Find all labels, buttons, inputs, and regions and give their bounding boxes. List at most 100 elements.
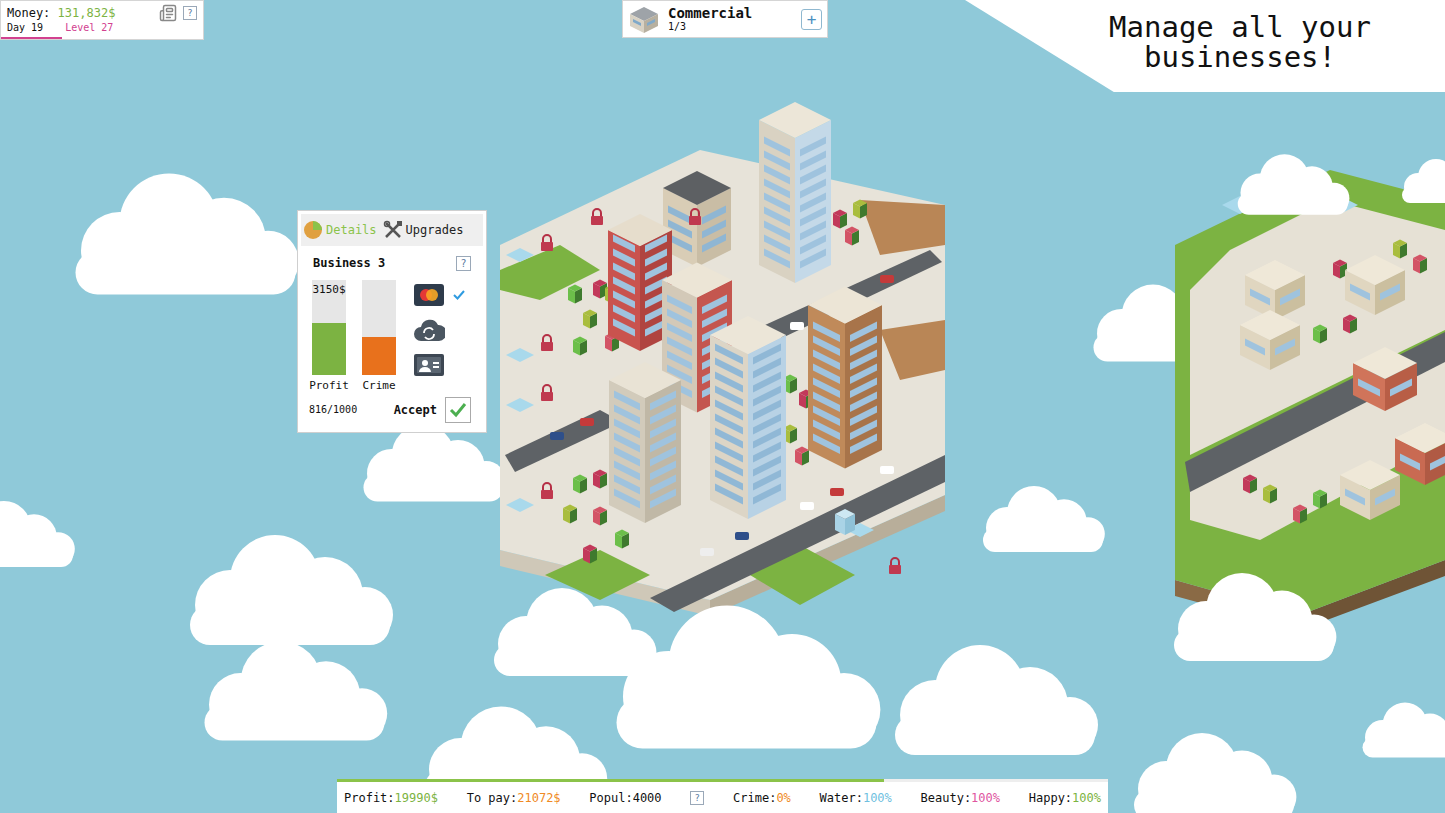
game-world[interactable] <box>0 0 1445 813</box>
tree <box>1413 255 1427 274</box>
day-progress <box>337 779 1108 782</box>
lock-icon[interactable] <box>541 385 553 401</box>
house <box>1345 255 1405 315</box>
house <box>1395 423 1445 485</box>
business-panel: Details Upgrades Business 3? 3150$ProfitCri… <box>297 210 487 433</box>
tree <box>573 337 587 356</box>
cloud <box>205 642 388 741</box>
status-bar: Profit:19990$ To pay:21072$ Popul:4000? Cri… <box>337 779 1108 813</box>
pool-tile <box>506 248 534 262</box>
business-title: Business 3 <box>313 254 385 272</box>
stat: Happy:100% <box>1029 789 1101 807</box>
car <box>880 275 894 283</box>
accept-button[interactable] <box>445 397 471 423</box>
cloud <box>617 606 881 749</box>
add-button[interactable]: + <box>801 9 822 30</box>
glass-tower <box>710 316 786 519</box>
stat: Profit:19990$ <box>344 789 438 807</box>
panel-tab[interactable]: Upgrades <box>383 220 464 240</box>
capacity: 816/1000 <box>309 402 357 417</box>
lock-icon[interactable] <box>689 209 701 225</box>
tree <box>615 530 629 549</box>
house <box>1353 347 1417 411</box>
lock-icon[interactable] <box>591 209 603 225</box>
cloud-sync-icon <box>413 317 445 343</box>
car <box>800 502 814 510</box>
stat: To pay:21072$ <box>467 789 561 807</box>
house <box>1240 310 1300 370</box>
zone-selector: Commercial1/3+ <box>622 0 828 38</box>
tree <box>573 475 587 494</box>
tick-icon <box>453 290 465 300</box>
meter: Crime <box>357 280 401 395</box>
tree <box>833 210 847 229</box>
road <box>650 455 945 612</box>
lock-icon[interactable] <box>541 483 553 499</box>
cloud <box>1363 703 1445 758</box>
pool-tile <box>506 498 534 512</box>
building-icon <box>628 4 660 34</box>
card-icon <box>414 284 444 306</box>
neighbour-island[interactable] <box>1175 170 1445 630</box>
tree <box>593 507 607 526</box>
id-card-icon <box>414 354 444 376</box>
meter: 3150$Profit <box>307 280 351 395</box>
tree <box>593 470 607 489</box>
brown-building <box>808 287 882 469</box>
tree <box>1293 505 1307 524</box>
cloud <box>494 588 656 676</box>
tree <box>568 285 582 304</box>
tools-icon <box>383 220 403 240</box>
cloud <box>364 425 506 502</box>
stat: Crime:0% <box>733 789 791 807</box>
option-row[interactable] <box>413 317 465 343</box>
tree <box>1333 260 1347 279</box>
meter-fill <box>362 337 396 375</box>
help-button[interactable]: ? <box>456 256 471 271</box>
car <box>700 548 714 556</box>
panel-tab[interactable]: Details <box>303 220 377 240</box>
tree <box>1393 240 1407 259</box>
tree <box>1313 490 1327 509</box>
panel-tabs: Details Upgrades <box>301 214 483 246</box>
car <box>550 432 564 440</box>
house <box>1245 260 1305 320</box>
newspaper-icon[interactable] <box>159 4 177 22</box>
cloud <box>1174 573 1336 661</box>
cloud <box>983 486 1105 552</box>
city-island[interactable] <box>500 102 945 616</box>
cloud <box>0 501 75 567</box>
pool-tile <box>506 398 534 412</box>
tower-building <box>759 102 831 283</box>
lock-icon[interactable] <box>541 235 553 251</box>
meter-fill <box>312 323 346 375</box>
kiosk <box>835 509 855 535</box>
game-screen: Money: 131,832$?Day 19Level 27Commercial… <box>0 0 1445 813</box>
tree <box>845 227 859 246</box>
cloud <box>895 645 1098 755</box>
help-button[interactable]: ? <box>690 791 704 805</box>
car <box>735 532 749 540</box>
help-button[interactable]: ? <box>183 6 197 20</box>
car <box>790 322 804 330</box>
pool-tile <box>506 348 534 362</box>
tree <box>1313 325 1327 344</box>
road <box>1185 332 1445 492</box>
tree <box>1243 475 1257 494</box>
banner: Manage all your businesses! <box>965 0 1445 92</box>
tree <box>593 280 607 299</box>
option-row[interactable] <box>413 282 465 308</box>
road <box>505 410 622 472</box>
stat: Popul:4000 <box>589 789 661 807</box>
house <box>1340 460 1400 520</box>
lock-icon[interactable] <box>541 335 553 351</box>
lock-icon[interactable] <box>889 558 901 574</box>
stat: Water:100% <box>820 789 892 807</box>
tree <box>583 545 597 564</box>
tree <box>583 310 597 329</box>
beige-building <box>609 362 681 523</box>
option-row[interactable] <box>413 352 465 378</box>
house <box>663 171 731 267</box>
tree <box>795 447 809 466</box>
cloud <box>1134 733 1296 813</box>
